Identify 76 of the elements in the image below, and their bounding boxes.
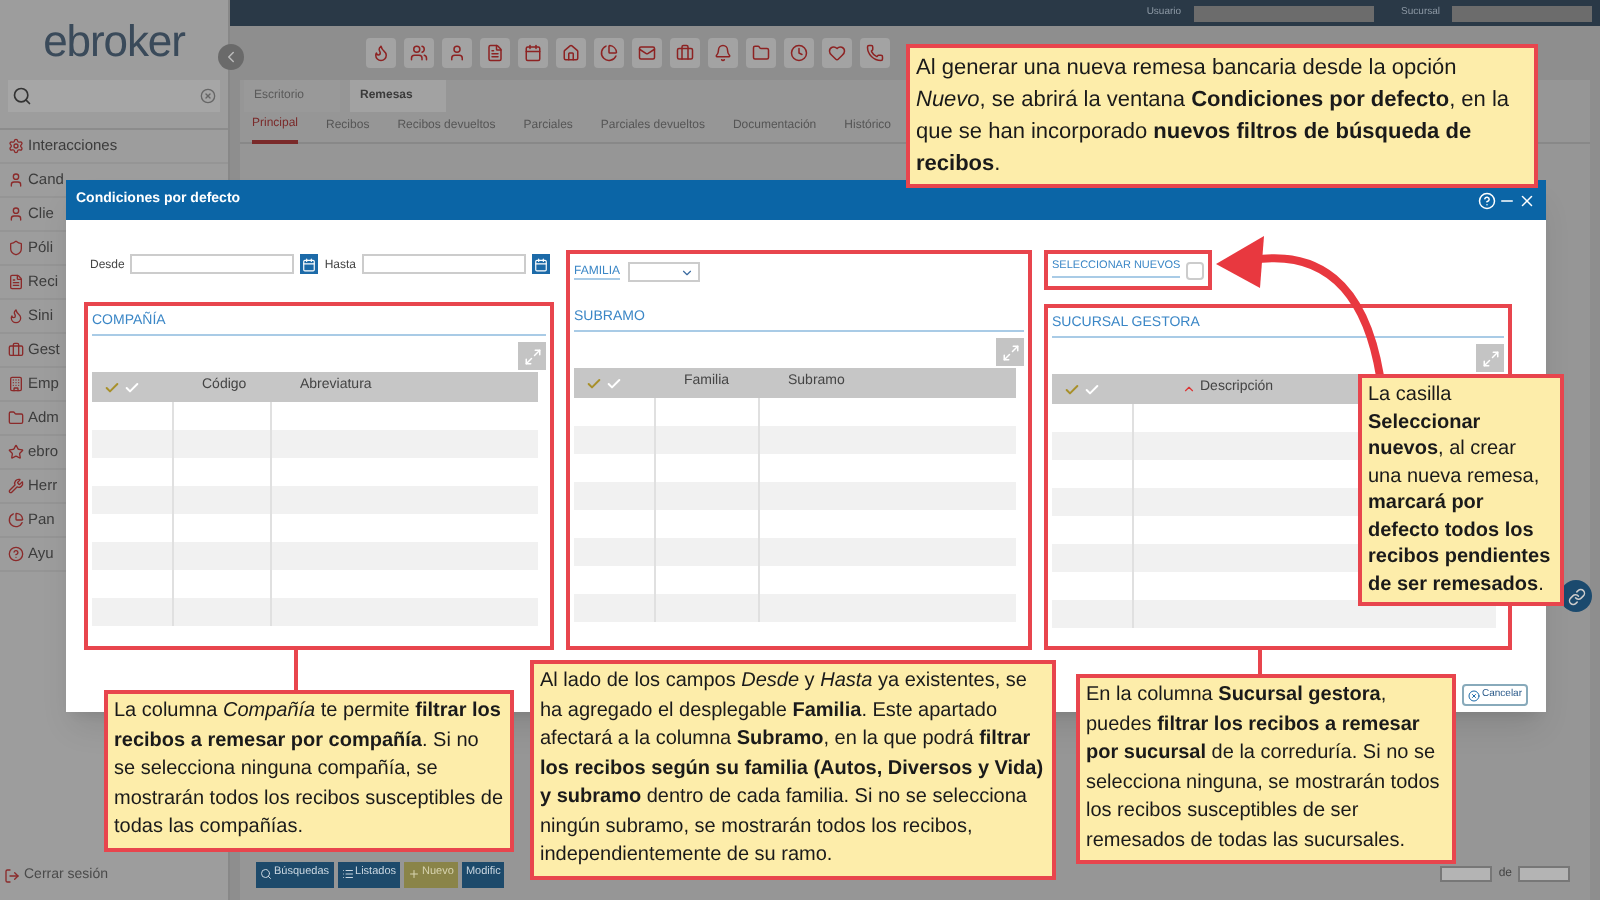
document-icon: [8, 274, 24, 290]
date-from-field[interactable]: [130, 254, 295, 274]
gear-icon: [8, 138, 24, 154]
collapse-button[interactable]: [218, 44, 244, 70]
branch-field[interactable]: [1452, 5, 1592, 21]
briefcase-icon: [676, 43, 694, 61]
clear-icon: [200, 88, 216, 104]
toolbar-button[interactable]: [480, 37, 510, 67]
document-icon: [486, 43, 504, 61]
calendar-button[interactable]: [300, 254, 319, 274]
toolbar-button[interactable]: [556, 37, 586, 67]
phone-icon: [866, 43, 884, 61]
page-field[interactable]: [1440, 866, 1493, 882]
toolbar-button[interactable]: [784, 37, 814, 67]
logout-icon: [4, 868, 20, 884]
search-icon: [260, 868, 272, 880]
briefcase-icon: [8, 342, 24, 358]
toolbar-button[interactable]: [670, 37, 700, 67]
search-icon: [12, 86, 32, 106]
list-icon: [341, 868, 354, 880]
toolbar-button[interactable]: [366, 37, 396, 67]
toolbar-button[interactable]: [632, 37, 662, 67]
heart-icon: [828, 43, 846, 61]
mail-icon: [638, 43, 656, 61]
folder-icon: [752, 43, 770, 61]
close-icon[interactable]: [1518, 191, 1536, 209]
user-icon: [8, 172, 24, 188]
callout: La casilla Seleccionar nuevos, al crear una nueva remesa, marcará por defecto todos los recibos pendientes de ser remesados.: [1358, 374, 1564, 606]
user-icon: [448, 43, 466, 61]
calendar-icon: [302, 257, 317, 271]
callout: En la columna Sucursal gestora, puedes filtrar los recibos a remesar por sucursal de la correduría. Si no se selecciona ninguna, se mostrarán todos los recibos susceptibles de ser remesados de todas las sucursales.: [1076, 674, 1456, 864]
sort-caret-icon: [1182, 382, 1196, 396]
star-icon: [8, 444, 24, 460]
toolbar-button[interactable]: [822, 37, 852, 67]
toolbar-button[interactable]: [860, 37, 890, 67]
expand-icon: [523, 347, 541, 365]
help-icon[interactable]: [1478, 191, 1496, 209]
calendar-button[interactable]: [532, 254, 551, 274]
flame-icon: [372, 43, 390, 61]
building-icon: [8, 376, 24, 392]
link-icon: [1567, 587, 1585, 605]
users-icon: [410, 43, 428, 61]
search-field[interactable]: [8, 80, 220, 112]
logo: ebroker: [43, 13, 185, 69]
expand-icon: [1001, 343, 1019, 361]
flame-icon: [8, 308, 24, 324]
wrench-icon: [8, 478, 24, 494]
help-icon: [8, 546, 24, 562]
toolbar-button[interactable]: [404, 37, 434, 67]
clock-icon: [790, 43, 808, 61]
shield-icon: [8, 240, 24, 256]
select-new-checkbox[interactable]: [1186, 261, 1205, 279]
callout: Al lado de los campos Desde y Hasta ya existentes, se ha agregado el desplegable Familia. Este apartado afectará a la columna Subramo, en la que podrá filtrar los recibos según su familia (Autos, Diversos y Vida) y subramo dentro de cada familia. Si no se selecciona ningún subramo, se mostrarán todos los recibos, independientemente de su ramo.: [530, 660, 1056, 879]
house-icon: [562, 43, 580, 61]
calendar-icon: [524, 43, 542, 61]
user-icon: [8, 206, 24, 222]
page-field[interactable]: [1518, 866, 1570, 882]
chevron-down-icon: [680, 265, 695, 279]
chevron-left-icon: [222, 48, 240, 66]
toolbar-button[interactable]: [708, 37, 738, 67]
user-field[interactable]: [1193, 5, 1374, 21]
folder-icon: [8, 410, 24, 426]
calendar-icon: [534, 257, 549, 271]
plus-icon: [408, 868, 421, 880]
toolbar-button[interactable]: [746, 37, 776, 67]
callout: Al generar una nueva remesa bancaria desde la opción Nuevo, se abrirá la ventana Condiciones por defecto, en la que se han incorporado nuevos filtros de búsqueda de recibos.: [906, 44, 1538, 188]
date-to-field[interactable]: [362, 254, 527, 274]
cancel-icon: [1467, 689, 1480, 701]
pie-chart-icon: [8, 512, 24, 528]
bell-icon: [714, 43, 732, 61]
toolbar-button[interactable]: [518, 37, 548, 67]
callout: La columna Compañía te permite filtrar los recibos a remesar por compañía. Si no se selecciona ninguna compañía, se mostrarán todos los recibos susceptibles de todas las compañías.: [104, 690, 514, 851]
toolbar-button[interactable]: [594, 37, 624, 67]
pie-chart-icon: [600, 43, 618, 61]
toolbar-button[interactable]: [442, 37, 472, 67]
expand-icon: [1481, 349, 1499, 367]
